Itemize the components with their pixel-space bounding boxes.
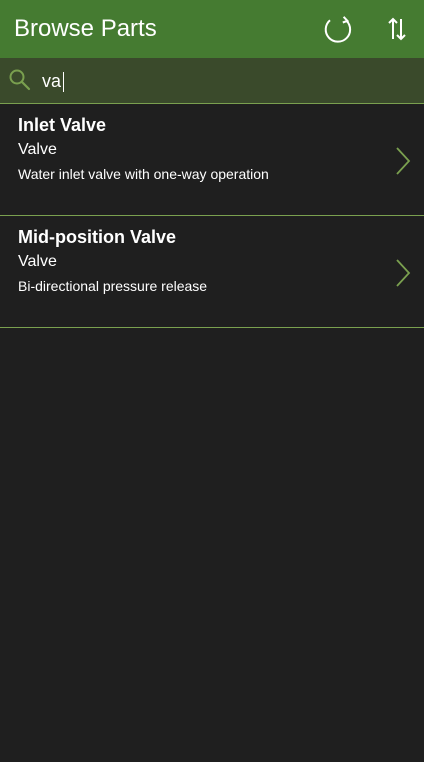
part-category: Valve [18,141,57,158]
page-title: Browse Parts [14,15,157,42]
chevron-right-icon [396,147,411,175]
refresh-button[interactable] [318,9,358,49]
browse-parts-screen: Browse Parts Inlet Valve Valve [0,0,424,762]
part-title: Mid-position Valve [18,227,177,247]
part-category: Valve [18,253,57,270]
refresh-icon [324,16,352,43]
search-input[interactable] [42,68,402,94]
app-header: Browse Parts [0,0,424,58]
sort-icon [388,17,406,41]
list-item[interactable]: Inlet Valve Valve Water inlet valve with… [0,104,424,216]
text-cursor [63,72,64,92]
parts-list: Inlet Valve Valve Water inlet valve with… [0,104,424,328]
part-title: Inlet Valve [18,115,107,135]
part-description: Water inlet valve with one-way operation [18,166,269,182]
list-item[interactable]: Mid-position Valve Valve Bi-directional … [0,216,424,328]
part-description: Bi-directional pressure release [18,278,208,294]
sort-button[interactable] [377,9,417,49]
search-icon [9,69,31,91]
chevron-right-icon [396,259,411,287]
